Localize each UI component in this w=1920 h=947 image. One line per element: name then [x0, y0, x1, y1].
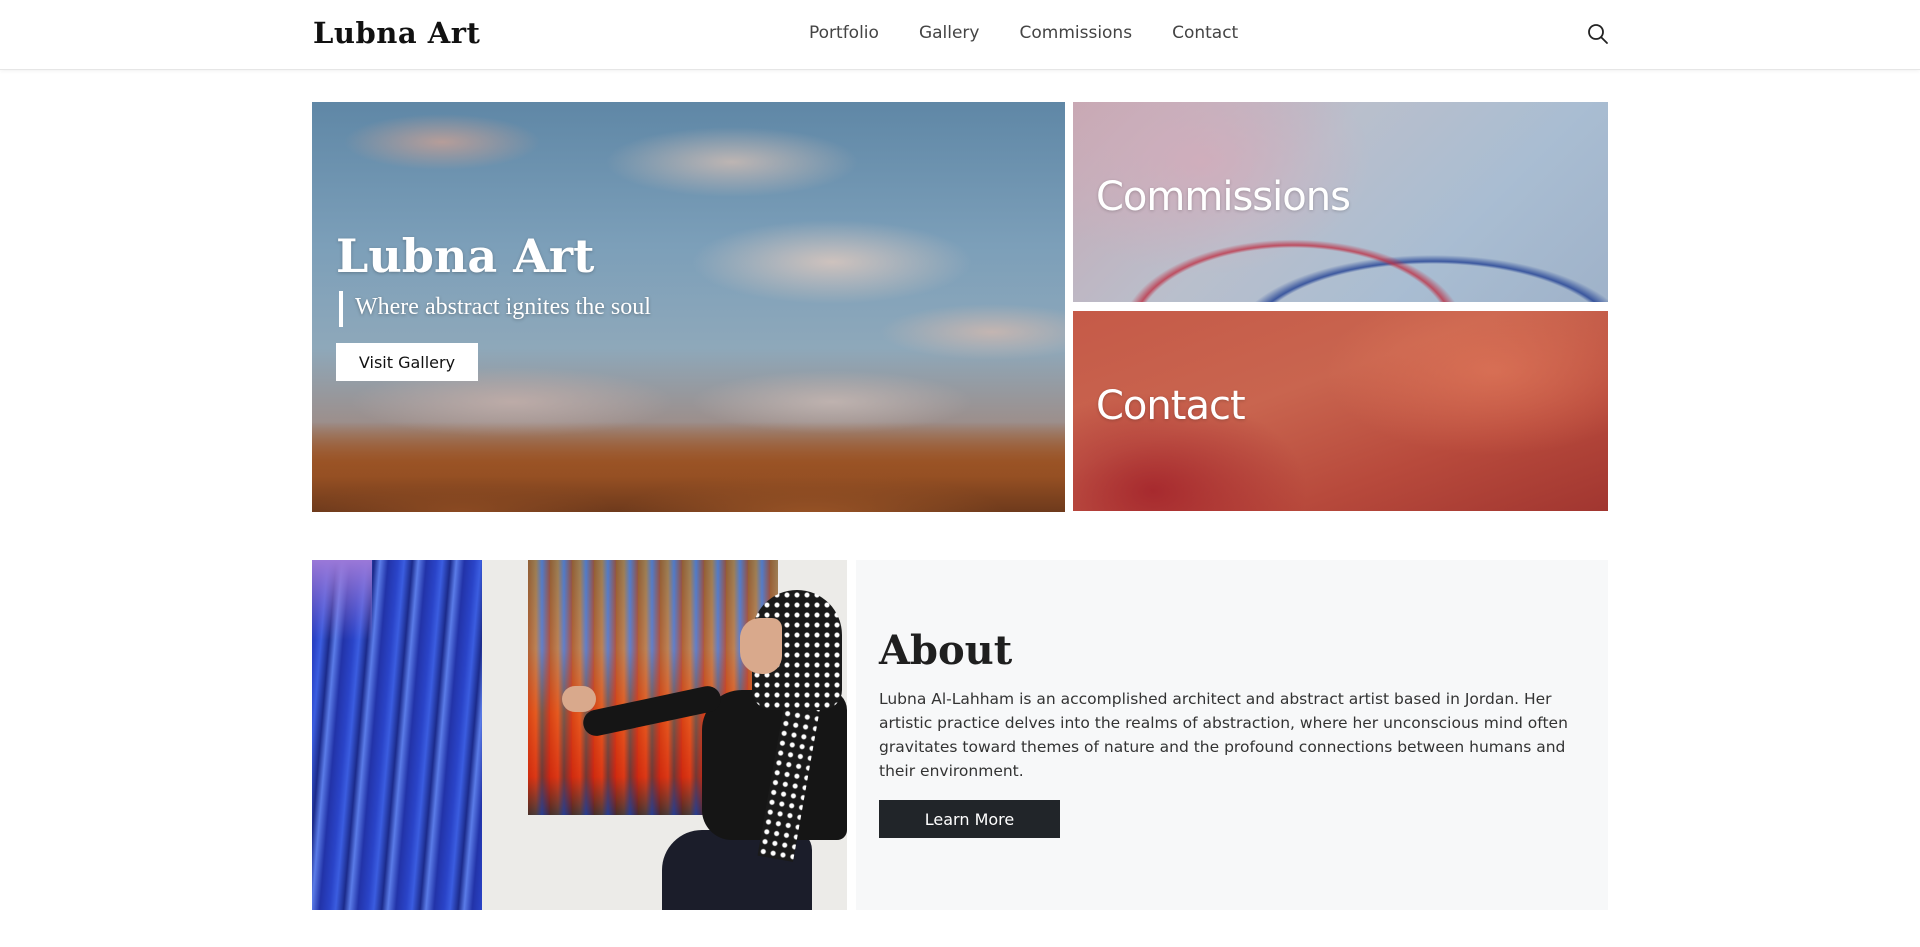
nav-portfolio[interactable]: Portfolio	[809, 23, 879, 43]
about-section: About Lubna Al-Lahham is an accomplished…	[856, 560, 1608, 910]
commissions-tile[interactable]: Commissions	[1073, 102, 1608, 302]
about-title: About	[879, 627, 1013, 674]
contact-tile-label: Contact	[1096, 383, 1246, 429]
hero-title: Lubna Art	[336, 229, 595, 283]
artist-photo	[312, 560, 847, 910]
site-header: Lubna Art Portfolio Gallery Commissions …	[0, 0, 1920, 70]
painting-blue	[312, 560, 482, 910]
nav-contact[interactable]: Contact	[1172, 23, 1238, 43]
learn-more-button[interactable]: Learn More	[879, 800, 1060, 838]
artist-figure	[562, 590, 847, 910]
nav-commissions[interactable]: Commissions	[1019, 23, 1132, 43]
hero-subtitle: Where abstract ignites the soul	[339, 291, 651, 327]
about-text: Lubna Al-Lahham is an accomplished archi…	[879, 690, 1568, 780]
visit-gallery-button[interactable]: Visit Gallery	[336, 343, 478, 381]
site-logo[interactable]: Lubna Art	[313, 16, 480, 50]
search-icon[interactable]	[1586, 22, 1610, 46]
commissions-tile-label: Commissions	[1096, 174, 1351, 220]
hero-banner: Lubna Art Where abstract ignites the sou…	[312, 102, 1065, 512]
main-nav: Portfolio Gallery Commissions Contact	[809, 23, 1238, 43]
contact-tile[interactable]: Contact	[1073, 311, 1608, 511]
nav-gallery[interactable]: Gallery	[919, 23, 980, 43]
